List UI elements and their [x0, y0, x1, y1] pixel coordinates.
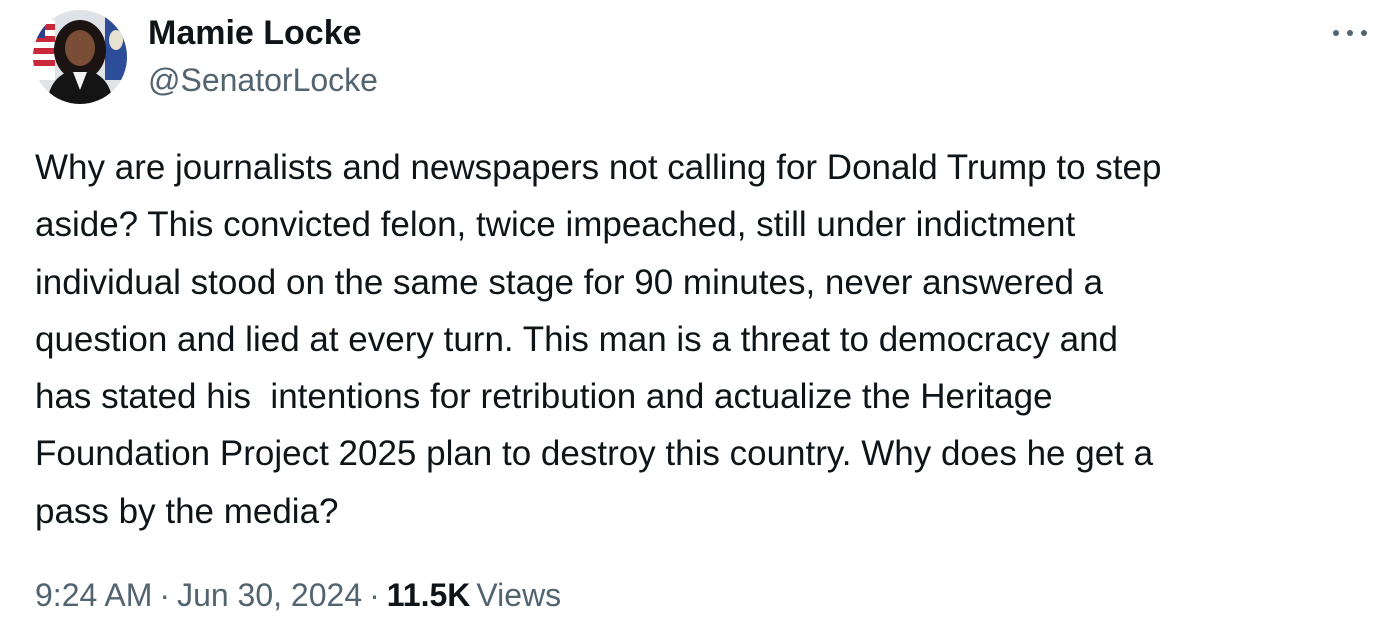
author-avatar[interactable] [33, 10, 127, 104]
views-count: 11.5K [386, 577, 471, 613]
more-options-button[interactable] [1328, 18, 1372, 48]
tweet-date[interactable]: Jun 30, 2024 [177, 577, 362, 613]
tweet-text: Why are journalists and newspapers not c… [35, 148, 1162, 531]
profile-photo-icon [33, 10, 127, 104]
meta-separator: · [369, 577, 380, 613]
more-options-icon [1333, 30, 1367, 36]
meta-separator: · [159, 577, 171, 613]
views-label: Views [476, 577, 562, 613]
tweet-metadata: 9:24 AM · Jun 30, 2024 · 11.5K Views [35, 573, 561, 617]
tweet-card: Mamie Locke @SenatorLocke Why are journa… [0, 0, 1400, 638]
author-handle[interactable]: @SenatorLocke [148, 60, 378, 100]
author-display-name[interactable]: Mamie Locke [148, 13, 362, 53]
tweet-time[interactable]: 9:24 AM [35, 577, 152, 613]
